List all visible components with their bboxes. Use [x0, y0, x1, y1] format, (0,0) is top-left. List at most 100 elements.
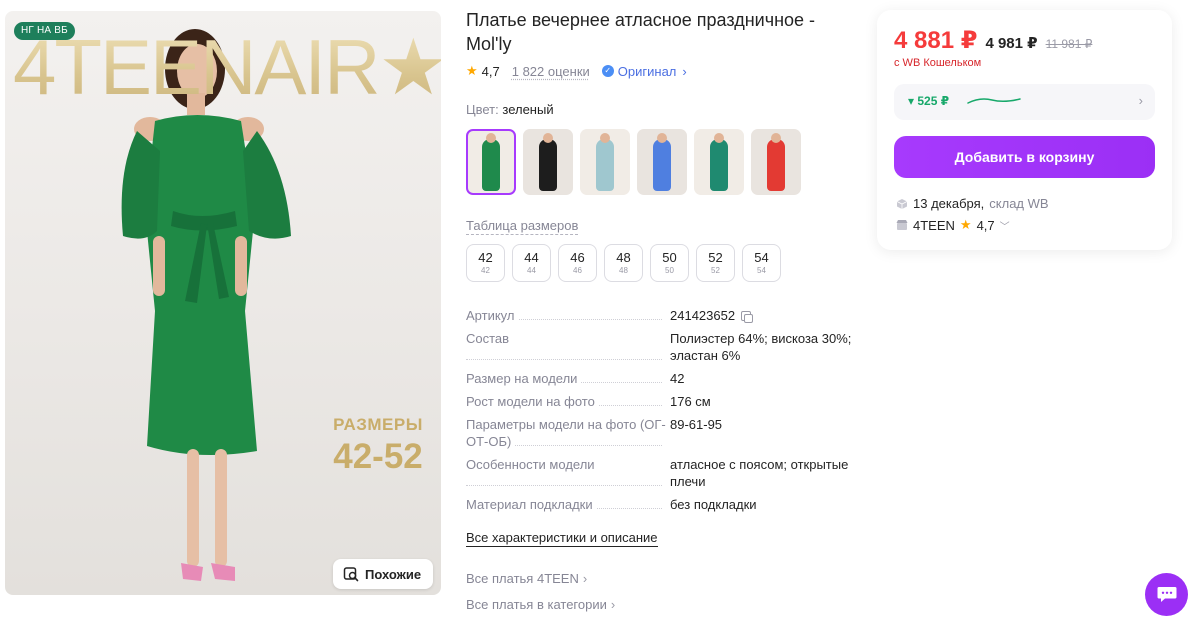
price: 4 981 ₽ [985, 35, 1038, 52]
spec-key-text: Состав [466, 331, 514, 346]
seller-link[interactable]: 4TEEN ★ 4,7 ﹀ [896, 217, 1010, 233]
size-value: 46 [570, 250, 585, 265]
size-option[interactable]: 50 50 [650, 244, 689, 282]
size-value: 48 [616, 250, 631, 265]
spec-key-text: Артикул [466, 308, 519, 323]
color-variant-thumb[interactable] [637, 129, 687, 195]
spec-key: Особенности модели [466, 456, 670, 490]
brand-banner: 4TEENAIR★ [13, 25, 441, 109]
promo-badge: НГ НА ВБ [14, 22, 75, 40]
color-variant-thumb[interactable] [694, 129, 744, 195]
all-characteristics-link[interactable]: Все характеристики и описание [466, 530, 658, 547]
category-dresses-link[interactable]: Все платья в категории › [466, 597, 615, 612]
reviews-link[interactable]: 1 822 оценки [512, 64, 590, 79]
variant-model-head [600, 133, 610, 143]
product-main-photo[interactable]: 4TEENAIR★ НГ НА ВБ РАЗМЕРЫ 42-52 Похожие [5, 11, 441, 595]
chevron-down-icon: ﹀ [999, 221, 1010, 233]
spec-value-text: 241423652 [670, 308, 736, 323]
spec-value: 176 см [670, 393, 858, 410]
size-ru-value: 48 [619, 266, 628, 275]
category-dresses-label: Все платья в категории [466, 597, 607, 612]
spec-row: Размер на модели 42 [466, 370, 858, 387]
spec-row: Параметры модели на фото (ОГ-ОТ-ОБ) 89-61… [466, 416, 858, 450]
sizes-promo: РАЗМЕРЫ 42-52 [323, 415, 433, 477]
spec-key: Рост модели на фото [466, 393, 670, 410]
size-option[interactable]: 48 48 [604, 244, 643, 282]
variant-dress-shape [482, 139, 500, 191]
spec-row: Материал подкладки без подкладки [466, 496, 858, 513]
copy-icon[interactable] [741, 311, 754, 323]
spec-key: Размер на модели [466, 370, 670, 387]
similar-button-label: Похожие [365, 566, 422, 582]
add-to-cart-button[interactable]: Добавить в корзину [894, 136, 1155, 178]
variant-dress-shape [539, 139, 557, 191]
brand-dresses-label: Все платья 4TEEN [466, 571, 579, 586]
size-value: 44 [524, 250, 539, 265]
color-variants [466, 129, 801, 195]
color-variant-thumb[interactable] [466, 129, 516, 195]
size-option[interactable]: 42 42 [466, 244, 505, 282]
bonus-value: ▾ 525 ₽ [908, 94, 950, 108]
spec-leader-dots [466, 359, 662, 360]
spec-value-text: атласное с поясом; открытые плечи [670, 457, 849, 489]
variant-model-head [714, 133, 724, 143]
shop-icon [896, 220, 908, 230]
variant-dress-shape [653, 139, 671, 191]
spec-value: 89-61-95 [670, 416, 858, 450]
size-ru-value: 44 [527, 266, 536, 275]
spec-key-text: Рост модели на фото [466, 394, 599, 409]
size-option[interactable]: 44 44 [512, 244, 551, 282]
spec-key-text: Размер на модели [466, 371, 582, 386]
price-row: 4 881 ₽ 4 981 ₽ 11 981 ₽ [894, 26, 1092, 55]
spec-row: Особенности модели атласное с поясом; отк… [466, 456, 858, 490]
size-option[interactable]: 52 52 [696, 244, 735, 282]
color-variant-thumb[interactable] [523, 129, 573, 195]
size-ru-value: 42 [481, 266, 490, 275]
spec-key: Материал подкладки [466, 496, 670, 513]
spec-row: Артикул 241423652 [466, 307, 858, 324]
size-option[interactable]: 46 46 [558, 244, 597, 282]
bonus-box[interactable]: ▾ 525 ₽ › [894, 84, 1155, 120]
spec-key: Параметры модели на фото (ОГ-ОТ-ОБ) [466, 416, 670, 450]
image-search-icon [343, 567, 359, 582]
variant-dress-shape [596, 139, 614, 191]
product-title: Платье вечернее атласное праздничное - M… [466, 10, 816, 54]
size-ru-value: 46 [573, 266, 582, 275]
spec-value: атласное с поясом; открытые плечи [670, 456, 858, 490]
spec-key: Состав [466, 330, 670, 364]
brand-dresses-link[interactable]: Все платья 4TEEN › [466, 571, 587, 586]
variant-model-head [657, 133, 667, 143]
spec-value: 241423652 [670, 307, 858, 324]
original-link[interactable]: ✓ Оригинал › [601, 63, 687, 79]
bonus-trend-icon [967, 98, 1021, 104]
seller-name: 4TEEN [913, 217, 955, 233]
size-ru-value: 52 [711, 266, 720, 275]
delivery-info: 13 декабря, склад WB [896, 196, 1049, 211]
color-variant-thumb[interactable] [751, 129, 801, 195]
spec-value-text: 176 см [670, 394, 711, 409]
rating-value: 4,7 [481, 63, 500, 79]
delivery-date: 13 декабря, [913, 196, 985, 211]
chevron-right-icon: › [610, 597, 616, 612]
size-option[interactable]: 54 54 [742, 244, 781, 282]
color-label-value: зеленый [502, 102, 554, 117]
size-table-link[interactable]: Таблица размеров [466, 218, 579, 235]
variant-model-head [543, 133, 553, 143]
chat-button[interactable] [1145, 573, 1188, 616]
star-icon: ★ [959, 217, 972, 232]
variant-model-head [771, 133, 781, 143]
color-variant-thumb[interactable] [580, 129, 630, 195]
size-value: 54 [754, 250, 769, 265]
original-label: Оригинал [617, 63, 677, 79]
rating-row: ★ 4,7 1 822 оценки ✓ Оригинал › [466, 62, 687, 80]
spec-value: без подкладки [670, 496, 858, 513]
similar-button[interactable]: Похожие [333, 559, 434, 589]
wallet-note: с WB Кошельком [894, 57, 982, 69]
chevron-right-icon: › [1138, 93, 1143, 108]
spec-value-text: 89-61-95 [670, 417, 723, 432]
spec-row: Состав Полиэстер 64%; вискоза 30%; эласта… [466, 330, 858, 364]
color-label-key: Цвет: [466, 102, 499, 117]
spec-value-text: 42 [670, 371, 685, 386]
wallet-price: 4 881 ₽ [894, 27, 978, 54]
delivery-warehouse: склад WB [989, 196, 1049, 211]
